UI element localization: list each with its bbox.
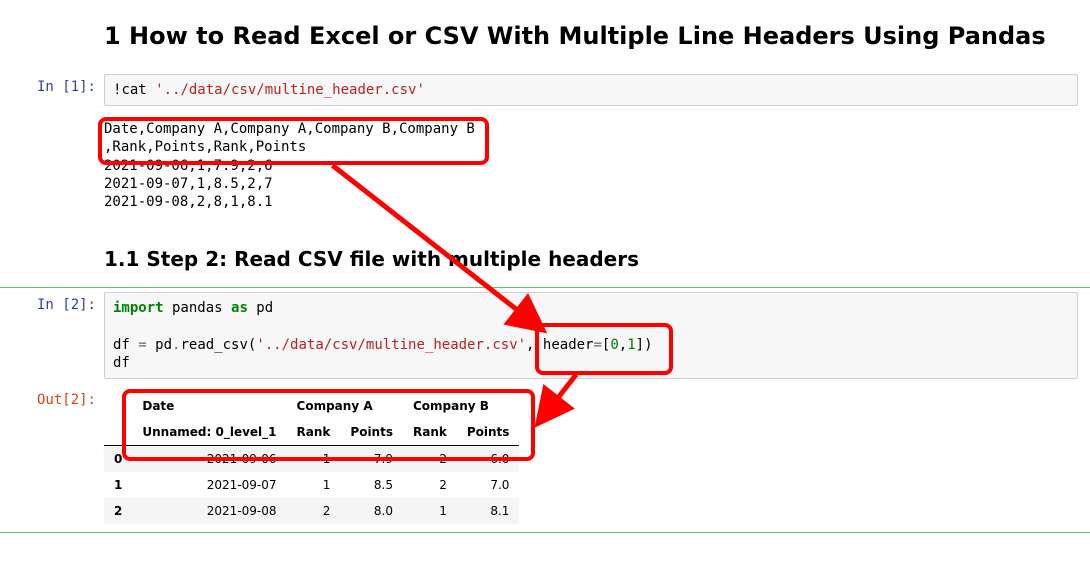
cell-rank: 1	[287, 472, 341, 498]
comma: ,	[619, 337, 627, 353]
output-line: 2021-09-07,1,8.5,2,7	[104, 176, 273, 192]
cell-rank: 1	[287, 445, 341, 472]
code-cell-2-output: Out[2]: Date Company A Company B Unnamed…	[0, 383, 1090, 532]
op-eq: =	[593, 337, 601, 353]
notebook-container: 1 How to Read Excel or CSV With Multiple…	[0, 0, 1090, 533]
stdout-output: Date,Company A,Company A,Company B,Compa…	[104, 114, 1078, 217]
th-rank: Rank	[287, 419, 341, 446]
output-line: ,Rank,Points,Rank,Points	[104, 139, 306, 155]
cell-date: 2021-09-07	[132, 472, 286, 498]
dataframe-table: Date Company A Company B Unnamed: 0_leve…	[104, 393, 519, 524]
shell-command: cat	[121, 82, 155, 98]
table-header-row: Unnamed: 0_level_1 Rank Points Rank Poin…	[104, 419, 519, 446]
op-assign: =	[138, 337, 146, 353]
alias: pd	[248, 300, 273, 316]
selected-cell-wrapper: In [2]: import pandas as pd df = pd.read…	[0, 287, 1090, 533]
module-name: pandas	[164, 300, 231, 316]
num-one: 1	[627, 337, 635, 353]
cell-rank: 1	[403, 498, 457, 524]
kwarg-header: header	[543, 337, 594, 353]
th-points: Points	[457, 419, 520, 446]
expr-df: df	[113, 355, 130, 371]
th-unnamed: Unnamed: 0_level_1	[132, 419, 286, 446]
keyword-as: as	[231, 300, 248, 316]
code-cell-1[interactable]: In [1]: !cat '../data/csv/multine_header…	[0, 70, 1090, 110]
code-cell-1-output: Date,Company A,Company A,Company B,Compa…	[0, 110, 1090, 221]
th-company-b: Company B	[403, 393, 519, 419]
markdown-cell: 1 How to Read Excel or CSV With Multiple…	[0, 0, 1090, 70]
num-zero: 0	[610, 337, 618, 353]
comma: ,	[526, 337, 543, 353]
markdown-cell: 1.1 Step 2: Read CSV file with multiple …	[0, 221, 1090, 287]
cell-points: 8.5	[340, 472, 403, 498]
prompt-empty	[0, 4, 104, 66]
var-df: df	[113, 337, 138, 353]
row-index: 0	[104, 445, 132, 472]
code-input-2[interactable]: import pandas as pd df = pd.read_csv('..…	[104, 292, 1078, 379]
cell-points: 7.9	[340, 445, 403, 472]
cell-date: 2021-09-06	[132, 445, 286, 472]
th-rank: Rank	[403, 419, 457, 446]
string-literal: '../data/csv/multine_header.csv'	[155, 82, 425, 98]
heading-2: 1.1 Step 2: Read CSV file with multiple …	[104, 247, 1078, 271]
input-prompt: In [2]:	[0, 292, 104, 379]
table-row: 02021-09-0617.926.0	[104, 445, 519, 472]
cell-points: 6.0	[457, 445, 520, 472]
cell-points: 8.1	[457, 498, 520, 524]
heading-1: 1 How to Read Excel or CSV With Multiple…	[104, 22, 1078, 50]
row-index: 1	[104, 472, 132, 498]
table-row: 22021-09-0828.018.1	[104, 498, 519, 524]
bracket-close: ])	[636, 337, 653, 353]
cell-points: 8.0	[340, 498, 403, 524]
table-row: 12021-09-0718.527.0	[104, 472, 519, 498]
output-line: 2021-09-06,1,7.9,2,6	[104, 158, 273, 174]
th-points: Points	[340, 419, 403, 446]
th-company-a: Company A	[287, 393, 403, 419]
input-prompt: In [1]:	[0, 74, 104, 106]
table-header-row: Date Company A Company B	[104, 393, 519, 419]
prompt-empty	[0, 114, 104, 217]
th-blank	[104, 393, 132, 419]
output-line: 2021-09-08,2,8,1,8.1	[104, 194, 273, 210]
code-input-1[interactable]: !cat '../data/csv/multine_header.csv'	[104, 74, 1078, 106]
cell-points: 7.0	[457, 472, 520, 498]
module-ref: pd	[147, 337, 172, 353]
cell-rank: 2	[403, 445, 457, 472]
output-line: Date,Company A,Company A,Company B,Compa…	[104, 121, 475, 137]
fn-read-csv: read_csv(	[180, 337, 256, 353]
string-literal: '../data/csv/multine_header.csv'	[256, 337, 526, 353]
prompt-empty	[0, 225, 104, 283]
th-blank	[104, 419, 132, 446]
cell-rank: 2	[287, 498, 341, 524]
keyword-import: import	[113, 300, 164, 316]
row-index: 2	[104, 498, 132, 524]
output-prompt: Out[2]:	[0, 387, 104, 528]
cell-date: 2021-09-08	[132, 498, 286, 524]
code-cell-2[interactable]: In [2]: import pandas as pd df = pd.read…	[0, 288, 1090, 383]
cell-rank: 2	[403, 472, 457, 498]
th-date: Date	[132, 393, 286, 419]
